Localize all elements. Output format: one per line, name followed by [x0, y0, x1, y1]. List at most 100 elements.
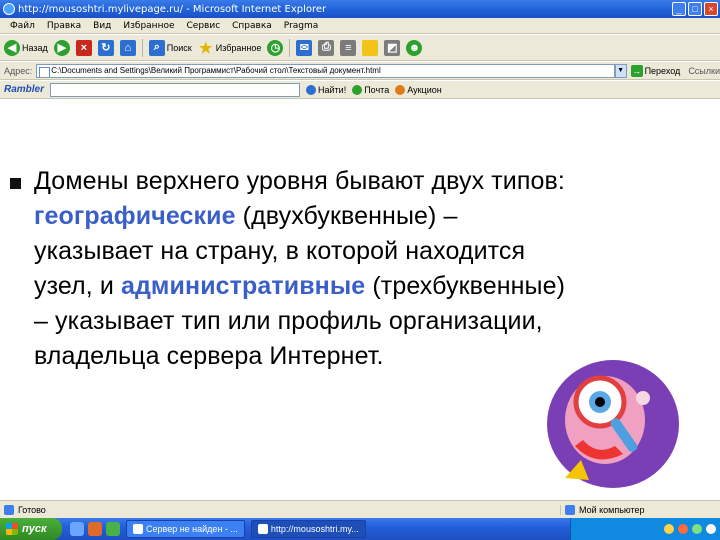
rambler-mail-label: Почта — [364, 84, 390, 95]
taskbar-item-label: Сервер не найден - ... — [146, 524, 238, 534]
rambler-find-button[interactable]: Найти! — [306, 84, 347, 95]
bullet-icon — [10, 178, 21, 189]
forward-arrow-icon: ▶ — [53, 39, 70, 56]
address-input[interactable]: C:\Documents and Settings\Великий Програ… — [36, 63, 615, 78]
menu-bar: Файл Правка Вид Избранное Сервис Справка… — [0, 18, 720, 34]
back-arrow-icon: ◀ — [4, 39, 20, 56]
home-button[interactable]: ⌂ — [119, 39, 136, 56]
search-button[interactable]: ⌕ Поиск — [148, 39, 192, 56]
mail-icon — [352, 84, 363, 95]
messenger-icon: ☻ — [406, 39, 423, 56]
history-button[interactable]: ◷ — [267, 39, 284, 56]
toolbar-separator — [141, 38, 143, 57]
home-icon: ⌂ — [119, 39, 136, 56]
tray-icon[interactable] — [706, 524, 716, 534]
menu-favorites[interactable]: Избранное — [117, 21, 180, 31]
taskbar-item-label: http://mousoshtri.my... — [270, 524, 359, 534]
content-text: узел, и — [34, 272, 121, 300]
edit-icon: ≡ — [340, 39, 357, 56]
content-line: Домены верхнего уровня бывают двух типов… — [34, 167, 565, 195]
start-button[interactable]: пуск — [0, 518, 62, 540]
quicklaunch-icon[interactable] — [88, 522, 102, 536]
address-bar: Адрес: C:\Documents and Settings\Великий… — [0, 62, 720, 80]
forward-button[interactable]: ▶ — [53, 39, 70, 56]
discuss-button[interactable] — [362, 39, 379, 56]
refresh-button[interactable]: ↻ — [97, 39, 114, 56]
quicklaunch-icon[interactable] — [106, 522, 120, 536]
search-icon: ⌕ — [148, 39, 165, 56]
computer-icon — [565, 504, 575, 515]
back-button[interactable]: ◀ Назад — [4, 39, 48, 56]
print-button[interactable]: ⎙ — [318, 39, 335, 56]
find-icon — [306, 84, 317, 95]
toolbar-separator — [289, 38, 291, 57]
links-label[interactable]: Ссылки — [688, 66, 720, 76]
start-label: пуск — [22, 523, 47, 535]
content-text: (двухбуквенные) – — [235, 202, 458, 230]
page-icon — [4, 504, 14, 515]
stop-icon: × — [75, 39, 92, 56]
rambler-toolbar: Rambler Найти! Почта Аукцион — [0, 81, 720, 99]
menu-edit[interactable]: Правка — [41, 21, 87, 31]
windows-logo-icon — [6, 523, 18, 535]
taskbar: пуск Сервер не найден - ... http://mouso… — [0, 518, 720, 540]
tray-icon[interactable] — [692, 524, 702, 534]
menu-tools[interactable]: Сервис — [181, 21, 227, 31]
system-tray — [570, 518, 720, 540]
favorites-button[interactable]: ★ Избранное — [198, 40, 262, 57]
highlight-administrative: административные — [120, 272, 366, 300]
address-dropdown-icon[interactable]: ▼ — [614, 63, 627, 78]
auction-icon — [395, 84, 406, 95]
highlight-geographic: географические — [34, 202, 236, 230]
window-title: http://mousoshtri.mylivepage.ru/ - Micro… — [18, 4, 327, 15]
menu-pragma[interactable]: Pragma — [278, 21, 324, 31]
ie-icon — [257, 524, 268, 534]
maximize-button[interactable]: □ — [688, 2, 702, 16]
status-zone-label: Мой компьютер — [579, 504, 645, 515]
taskbar-item[interactable]: Сервер не найден - ... — [126, 520, 245, 538]
research-button[interactable]: ◩ — [384, 39, 401, 56]
status-zone: Мой компьютер — [560, 504, 720, 515]
status-bar: Готово Мой компьютер — [0, 500, 720, 518]
discuss-icon — [362, 39, 379, 56]
menu-file[interactable]: Файл — [4, 21, 41, 31]
content-paragraph: Домены верхнего уровня бывают двух типов… — [34, 164, 718, 374]
go-button[interactable]: → Переход — [630, 64, 680, 77]
mail-button[interactable]: ✉ — [296, 39, 313, 56]
rambler-logo[interactable]: Rambler — [4, 84, 44, 95]
ie-icon — [133, 524, 143, 534]
toolbar: ◀ Назад ▶ × ↻ ⌂ ⌕ Поиск ★ Избранное ◷ ✉ … — [0, 35, 720, 61]
quicklaunch-icon[interactable] — [70, 522, 84, 536]
rambler-mail-button[interactable]: Почта — [352, 84, 390, 95]
taskbar-item[interactable]: http://mousoshtri.my... — [250, 520, 366, 538]
refresh-icon: ↻ — [97, 39, 114, 56]
content-line: указывает на страну, в которой находится — [34, 237, 526, 265]
content-line: узел, и административные (трехбуквенные) — [34, 269, 718, 304]
window-titlebar: http://mousoshtri.mylivepage.ru/ - Micro… — [0, 0, 720, 18]
menu-view[interactable]: Вид — [87, 21, 117, 31]
content-line: географические (двухбуквенные) – — [34, 199, 718, 234]
page-content: Домены верхнего уровня бывают двух типов… — [0, 100, 720, 498]
rambler-search-input[interactable] — [50, 82, 301, 97]
window-controls: _ □ × — [672, 2, 718, 16]
close-button[interactable]: × — [704, 2, 718, 16]
magnifier-clipart — [547, 360, 679, 488]
menu-help[interactable]: Справка — [226, 21, 278, 31]
content-text: (трехбуквенные) — [365, 272, 566, 300]
rambler-auction-button[interactable]: Аукцион — [395, 84, 442, 95]
status-text: Готово — [18, 504, 46, 515]
rambler-auction-label: Аукцион — [407, 84, 442, 95]
rambler-find-label: Найти! — [318, 84, 347, 95]
favorites-label: Избранное — [215, 42, 262, 53]
stop-button[interactable]: × — [75, 39, 92, 56]
history-icon: ◷ — [267, 39, 284, 56]
messenger-button[interactable]: ☻ — [406, 39, 423, 56]
edit-button[interactable]: ≡ — [340, 39, 357, 56]
tray-icon[interactable] — [664, 524, 674, 534]
mail-icon: ✉ — [296, 39, 313, 56]
search-label: Поиск — [166, 42, 192, 53]
minimize-button[interactable]: _ — [672, 2, 686, 16]
tray-icon[interactable] — [678, 524, 688, 534]
quick-launch — [70, 522, 120, 536]
status-left: Готово — [4, 504, 560, 515]
